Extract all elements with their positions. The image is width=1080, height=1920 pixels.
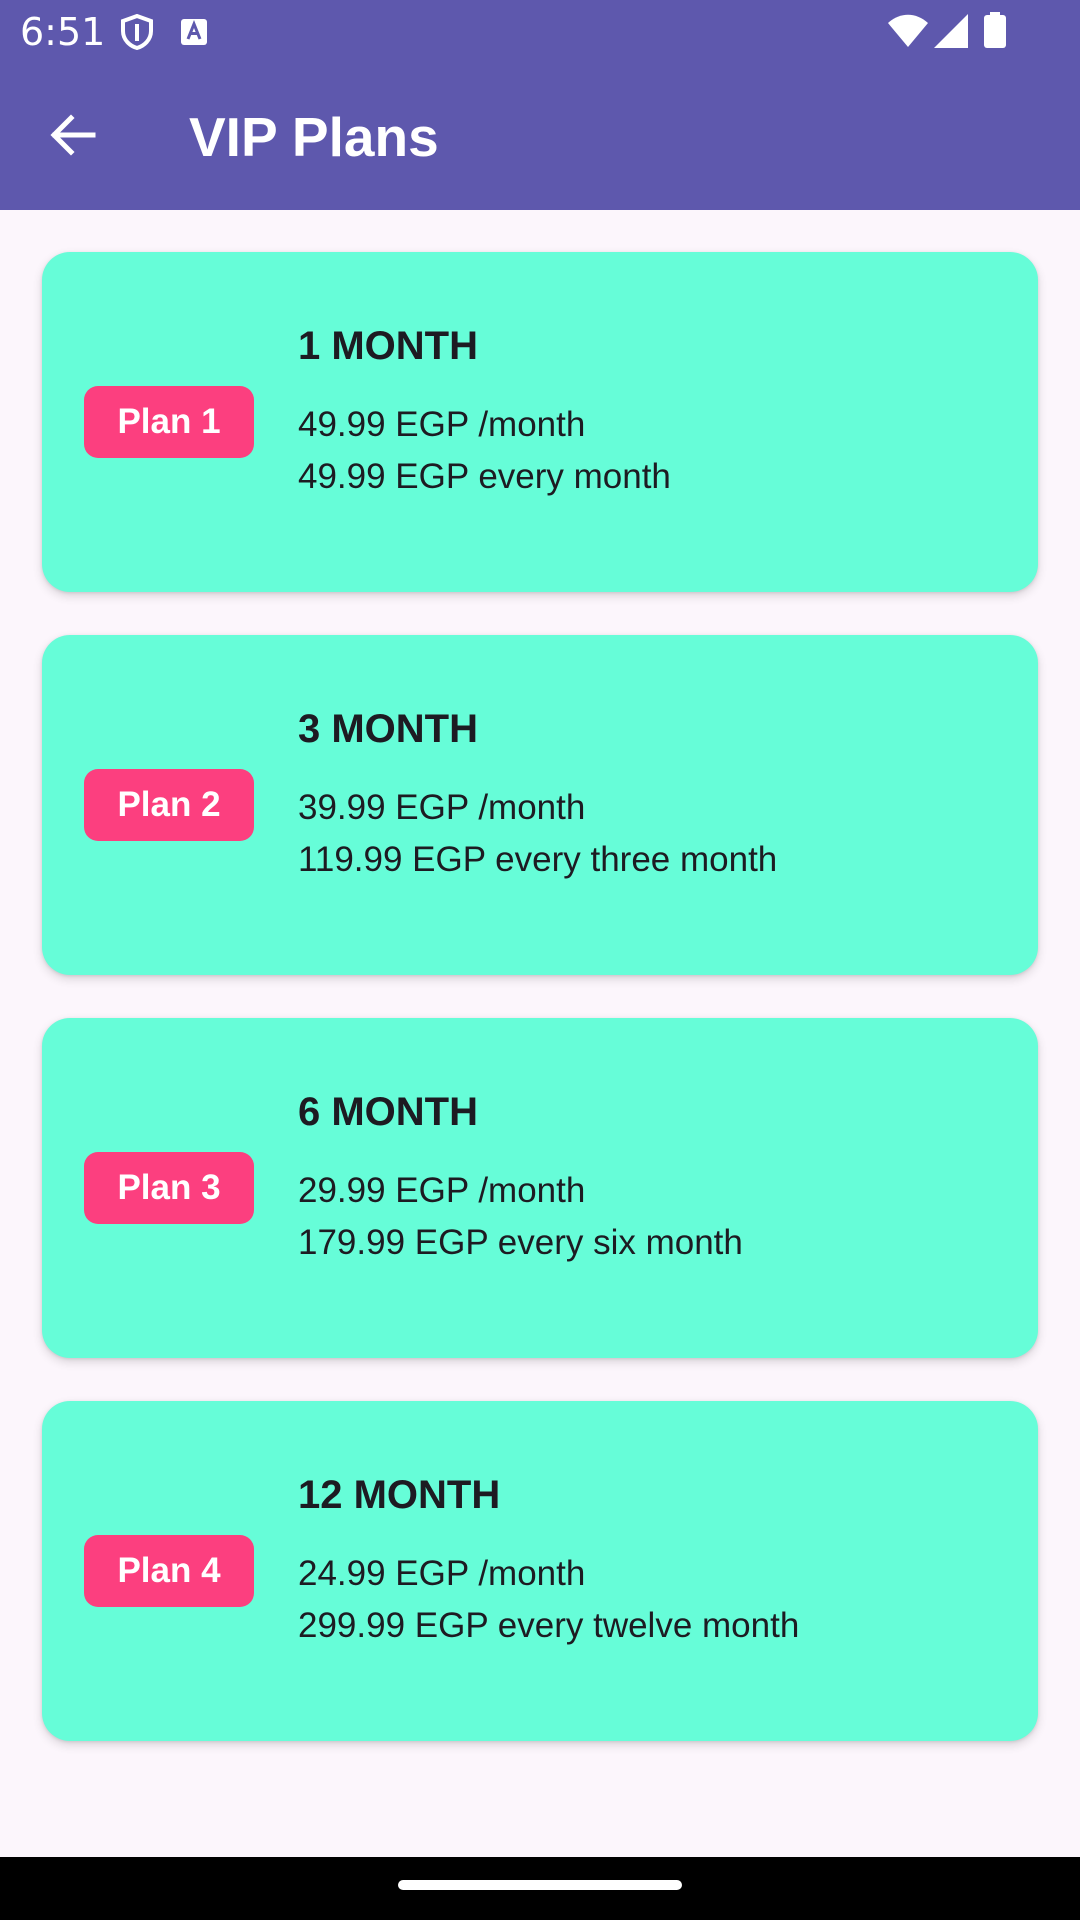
plan-title: 12 MONTH — [298, 1473, 501, 1517]
status-bar: 6:51 — [0, 0, 1080, 64]
plan-title: 3 MONTH — [298, 707, 478, 751]
plan-badge: Plan 2 — [84, 769, 254, 841]
plan-list: Plan 1 1 MONTH 49.99 EGP /month 49.99 EG… — [42, 252, 1038, 1784]
plan-monthly-price: 39.99 EGP /month — [298, 788, 586, 827]
page-title: VIP Plans — [189, 106, 439, 168]
plan-badge: Plan 3 — [84, 1152, 254, 1224]
plan-monthly-price: 29.99 EGP /month — [298, 1171, 586, 1210]
back-button[interactable] — [36, 100, 110, 174]
signal-icon — [934, 14, 968, 53]
plan-card-2[interactable]: Plan 2 3 MONTH 39.99 EGP /month 119.99 E… — [42, 635, 1038, 975]
plan-total-price: 119.99 EGP every three month — [298, 840, 778, 879]
plan-total-price: 179.99 EGP every six month — [298, 1223, 743, 1262]
plan-title: 6 MONTH — [298, 1090, 478, 1134]
battery-icon — [984, 12, 1006, 53]
app-bar: VIP Plans — [0, 64, 1080, 210]
shield-icon — [120, 13, 154, 55]
plan-total-price: 49.99 EGP every month — [298, 457, 671, 496]
status-time: 6:51 — [20, 10, 106, 54]
arrow-left-icon — [49, 111, 97, 164]
home-handle[interactable] — [398, 1880, 682, 1890]
plan-total-price: 299.99 EGP every twelve month — [298, 1606, 800, 1645]
plan-monthly-price: 24.99 EGP /month — [298, 1554, 586, 1593]
plan-card-1[interactable]: Plan 1 1 MONTH 49.99 EGP /month 49.99 EG… — [42, 252, 1038, 592]
plan-monthly-price: 49.99 EGP /month — [298, 405, 586, 444]
plan-badge: Plan 4 — [84, 1535, 254, 1607]
font-icon — [180, 18, 208, 51]
plan-title: 1 MONTH — [298, 324, 478, 368]
plan-card-3[interactable]: Plan 3 6 MONTH 29.99 EGP /month 179.99 E… — [42, 1018, 1038, 1358]
wifi-icon — [888, 14, 928, 53]
plan-card-4[interactable]: Plan 4 12 MONTH 24.99 EGP /month 299.99 … — [42, 1401, 1038, 1741]
plan-badge: Plan 1 — [84, 386, 254, 458]
